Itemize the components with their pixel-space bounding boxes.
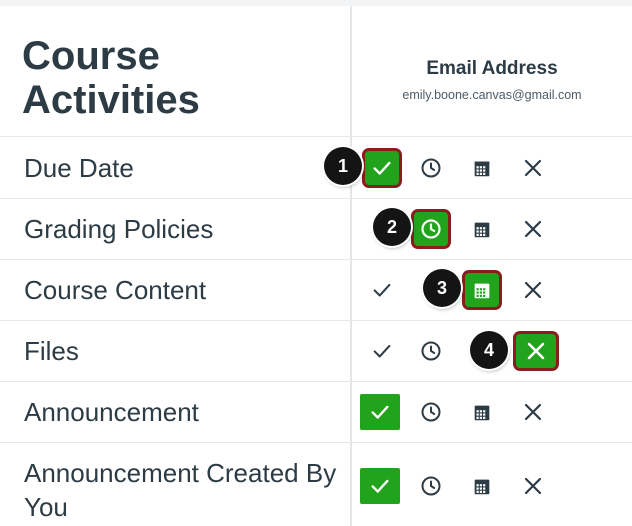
calendar-icon [474,405,490,421]
row-label-files: Files [24,336,79,366]
clock-icon [421,219,441,239]
page-title: Course Activities [22,34,200,122]
grading-policies-option-clock[interactable] [414,212,448,246]
clock-icon [421,341,441,361]
announcement-created-option-clock[interactable] [414,469,448,503]
email-column-header: Email Address emily.boone.canvas@gmail.c… [352,58,632,102]
announcement-option-close[interactable] [516,395,550,429]
close-icon [524,220,542,238]
step-badge: 3 [423,269,461,307]
course-content-option-close[interactable] [516,273,550,307]
files-option-checkmark[interactable] [365,334,399,368]
row-divider [0,259,632,260]
announcement-created-option-close[interactable] [516,469,550,503]
due-date-option-close[interactable] [516,151,550,185]
checkmark-icon [373,161,391,175]
clock-icon [421,476,441,496]
step-badge: 4 [470,331,508,369]
announcement-option-clock[interactable] [414,395,448,429]
due-date-option-calendar[interactable] [465,151,499,185]
step-badge: 1 [324,147,362,185]
column-title: Email Address [426,58,558,79]
announcement-option-checkmark[interactable] [360,394,400,430]
row-label-course-content: Course Content [24,275,207,305]
course-content-option-calendar[interactable] [465,273,499,307]
checkmark-icon [373,283,391,297]
step-badge: 2 [373,208,411,246]
grading-policies-option-calendar[interactable] [465,212,499,246]
files-option-clock[interactable] [414,334,448,368]
calendar-icon [474,479,490,495]
row-divider [0,442,632,443]
close-icon [524,159,542,177]
row-label-announcement: Announcement [24,397,199,427]
close-icon [524,403,542,421]
checkmark-icon [371,405,389,419]
close-icon [524,281,542,299]
due-date-option-checkmark[interactable] [365,151,399,185]
course-content-option-checkmark[interactable] [365,273,399,307]
row-divider [0,320,632,321]
clock-icon [421,158,441,178]
close-icon [524,477,542,495]
row-divider [0,136,632,137]
calendar-icon [474,283,490,299]
row-label-announcement-created-by-you: Announcement Created By You [24,458,337,522]
top-strip [0,0,632,6]
announcement-option-calendar[interactable] [465,395,499,429]
announcement-created-option-checkmark[interactable] [360,468,400,504]
announcement-created-option-calendar[interactable] [465,469,499,503]
column-email: emily.boone.canvas@gmail.com [402,88,582,102]
calendar-icon [474,222,490,238]
row-label-grading-policies: Grading Policies [24,214,214,244]
files-option-close[interactable] [516,334,556,368]
grading-policies-option-close[interactable] [516,212,550,246]
close-icon [527,342,545,360]
due-date-option-clock[interactable] [414,151,448,185]
row-label-due-date: Due Date [24,153,134,183]
clock-icon [421,402,441,422]
checkmark-icon [373,344,391,358]
row-divider [0,381,632,382]
row-divider [0,198,632,199]
checkmark-icon [371,479,389,493]
calendar-icon [474,161,490,177]
